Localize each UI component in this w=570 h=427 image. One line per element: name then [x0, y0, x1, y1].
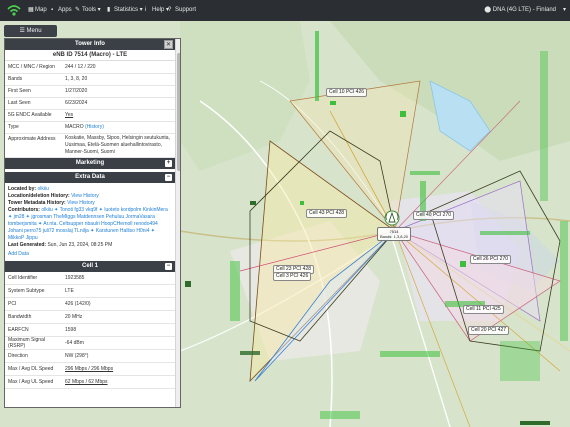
table-row: Bandwidth 20 MHz — [5, 310, 175, 324]
scrollbar-thumb[interactable] — [177, 53, 180, 171]
map-cell-label[interactable]: Cell 43 PCI 428 — [306, 209, 348, 218]
map-cell-label[interactable]: Cell 10 PCI 426 — [326, 88, 368, 97]
menu-button[interactable]: ☰ Menu — [4, 25, 57, 37]
tower-label[interactable]: 7514 Bands: 1,3,8,20 — [377, 227, 412, 241]
apps-icon: ▪ — [51, 7, 54, 13]
tower-subtitle: eNB ID 7514 (Macro) - LTE — [5, 50, 175, 61]
location-pin-icon: ⬤ — [484, 7, 493, 13]
support-icon: ? — [168, 7, 172, 13]
table-row: Last Seen 6/23/2024 — [5, 97, 175, 110]
table-row: System Subtype LTE — [5, 284, 175, 298]
tower-history-link[interactable]: View History — [67, 200, 95, 206]
map-cell-label[interactable]: Cell 26 PCI 270 — [470, 255, 512, 264]
panel-scrollbar[interactable] — [175, 39, 180, 407]
map-cell-label[interactable]: Cell 40 PCI 270 — [413, 211, 455, 220]
table-row: First Seen 1/27/2020 — [5, 85, 175, 98]
map-icon: ▦ — [28, 7, 34, 13]
tower-marker-icon[interactable] — [384, 210, 400, 226]
table-row: Max / Avg UL Speed 62 Mbps / 62 Mbps — [5, 375, 175, 389]
marketing-section-header[interactable]: Marketing + — [5, 157, 175, 169]
panel-header: Tower Info ✕ — [5, 39, 175, 50]
table-row: MCC / MNC / Region 244 / 12 / 220 — [5, 61, 175, 74]
add-data-link[interactable]: Add Data — [8, 251, 172, 258]
extra-data-section-header[interactable]: Extra Data − — [5, 171, 175, 183]
network-selector[interactable]: ⬤ DNA (4G LTE) - Finland — [484, 5, 556, 16]
type-history-link[interactable]: (History) — [85, 124, 104, 130]
site-logo-icon[interactable] — [6, 3, 22, 18]
close-panel-icon[interactable]: ✕ — [164, 40, 173, 49]
table-row: EARFCN 1598 — [5, 323, 175, 337]
map-cell-label[interactable]: Cell 11 PCI 425 — [463, 305, 504, 314]
chart-icon: ▮ — [107, 7, 111, 13]
table-row: Type MACRO (History) — [5, 121, 175, 134]
extra-data-body: Located by: olkiiu Location/deletion His… — [5, 183, 175, 261]
expand-icon[interactable]: + — [165, 159, 172, 167]
nav-help[interactable]: i Help ▾ — [145, 5, 169, 16]
collapse-icon[interactable]: − — [165, 262, 172, 270]
table-row: 5G ENDC Available Yes — [5, 109, 175, 122]
nav-tools[interactable]: ✎ Tools ▾ — [75, 5, 101, 16]
table-row: Maximum Signal (RSRP) -64 dBm — [5, 336, 175, 350]
user-menu-caret[interactable]: ▾ — [563, 5, 566, 16]
wrench-icon: ✎ — [75, 7, 81, 13]
table-row: Max / Avg DL Speed 296 Mbps / 296 Mbps — [5, 362, 175, 376]
map-cell-label[interactable]: Cell 3 PCI 426 — [273, 272, 312, 281]
nav-statistics[interactable]: ▮ Statistics ▾ — [107, 5, 143, 16]
table-row: Direction NW (298°) — [5, 349, 175, 363]
dl-speed-value[interactable]: 296 Mbps / 296 Mbps — [65, 366, 113, 372]
tower-info-panel: Tower Info ✕ eNB ID 7514 (Macro) - LTE M… — [4, 38, 181, 408]
table-row: Cell Identifier 1923585 — [5, 271, 175, 285]
table-row: Bands 1, 3, 8, 20 — [5, 73, 175, 86]
table-row: PCI 426 (142/0) — [5, 297, 175, 311]
location-history-link[interactable]: View History — [71, 193, 99, 199]
info-icon: i — [145, 7, 147, 13]
cell-section-header[interactable]: Cell 1 − — [5, 260, 175, 272]
nav-map[interactable]: ▦Map — [28, 5, 47, 16]
table-row: Approximate Address Koskatie, Massby, Sip… — [5, 133, 175, 158]
nav-support[interactable]: ? Support — [168, 5, 196, 16]
ul-speed-value[interactable]: 62 Mbps / 62 Mbps — [65, 379, 108, 385]
hamburger-icon: ☰ — [19, 28, 25, 34]
top-navbar: ▦Map ▪ Apps ✎ Tools ▾ ▮ Statistics ▾ i Help … — [0, 0, 570, 21]
collapse-icon[interactable]: − — [165, 173, 172, 181]
map-cell-label[interactable]: Cell 20 PCI 427 — [468, 326, 510, 335]
endc-value[interactable]: Yes — [65, 112, 73, 118]
nav-apps[interactable]: ▪ Apps — [51, 5, 72, 16]
cell-info-table: Cell Identifier 1923585 System Subtype LTE… — [5, 271, 175, 389]
tower-info-table: MCC / MNC / Region 244 / 12 / 220 Bands 1,… — [5, 61, 175, 158]
located-by-user-link[interactable]: olkiiu — [37, 186, 48, 192]
